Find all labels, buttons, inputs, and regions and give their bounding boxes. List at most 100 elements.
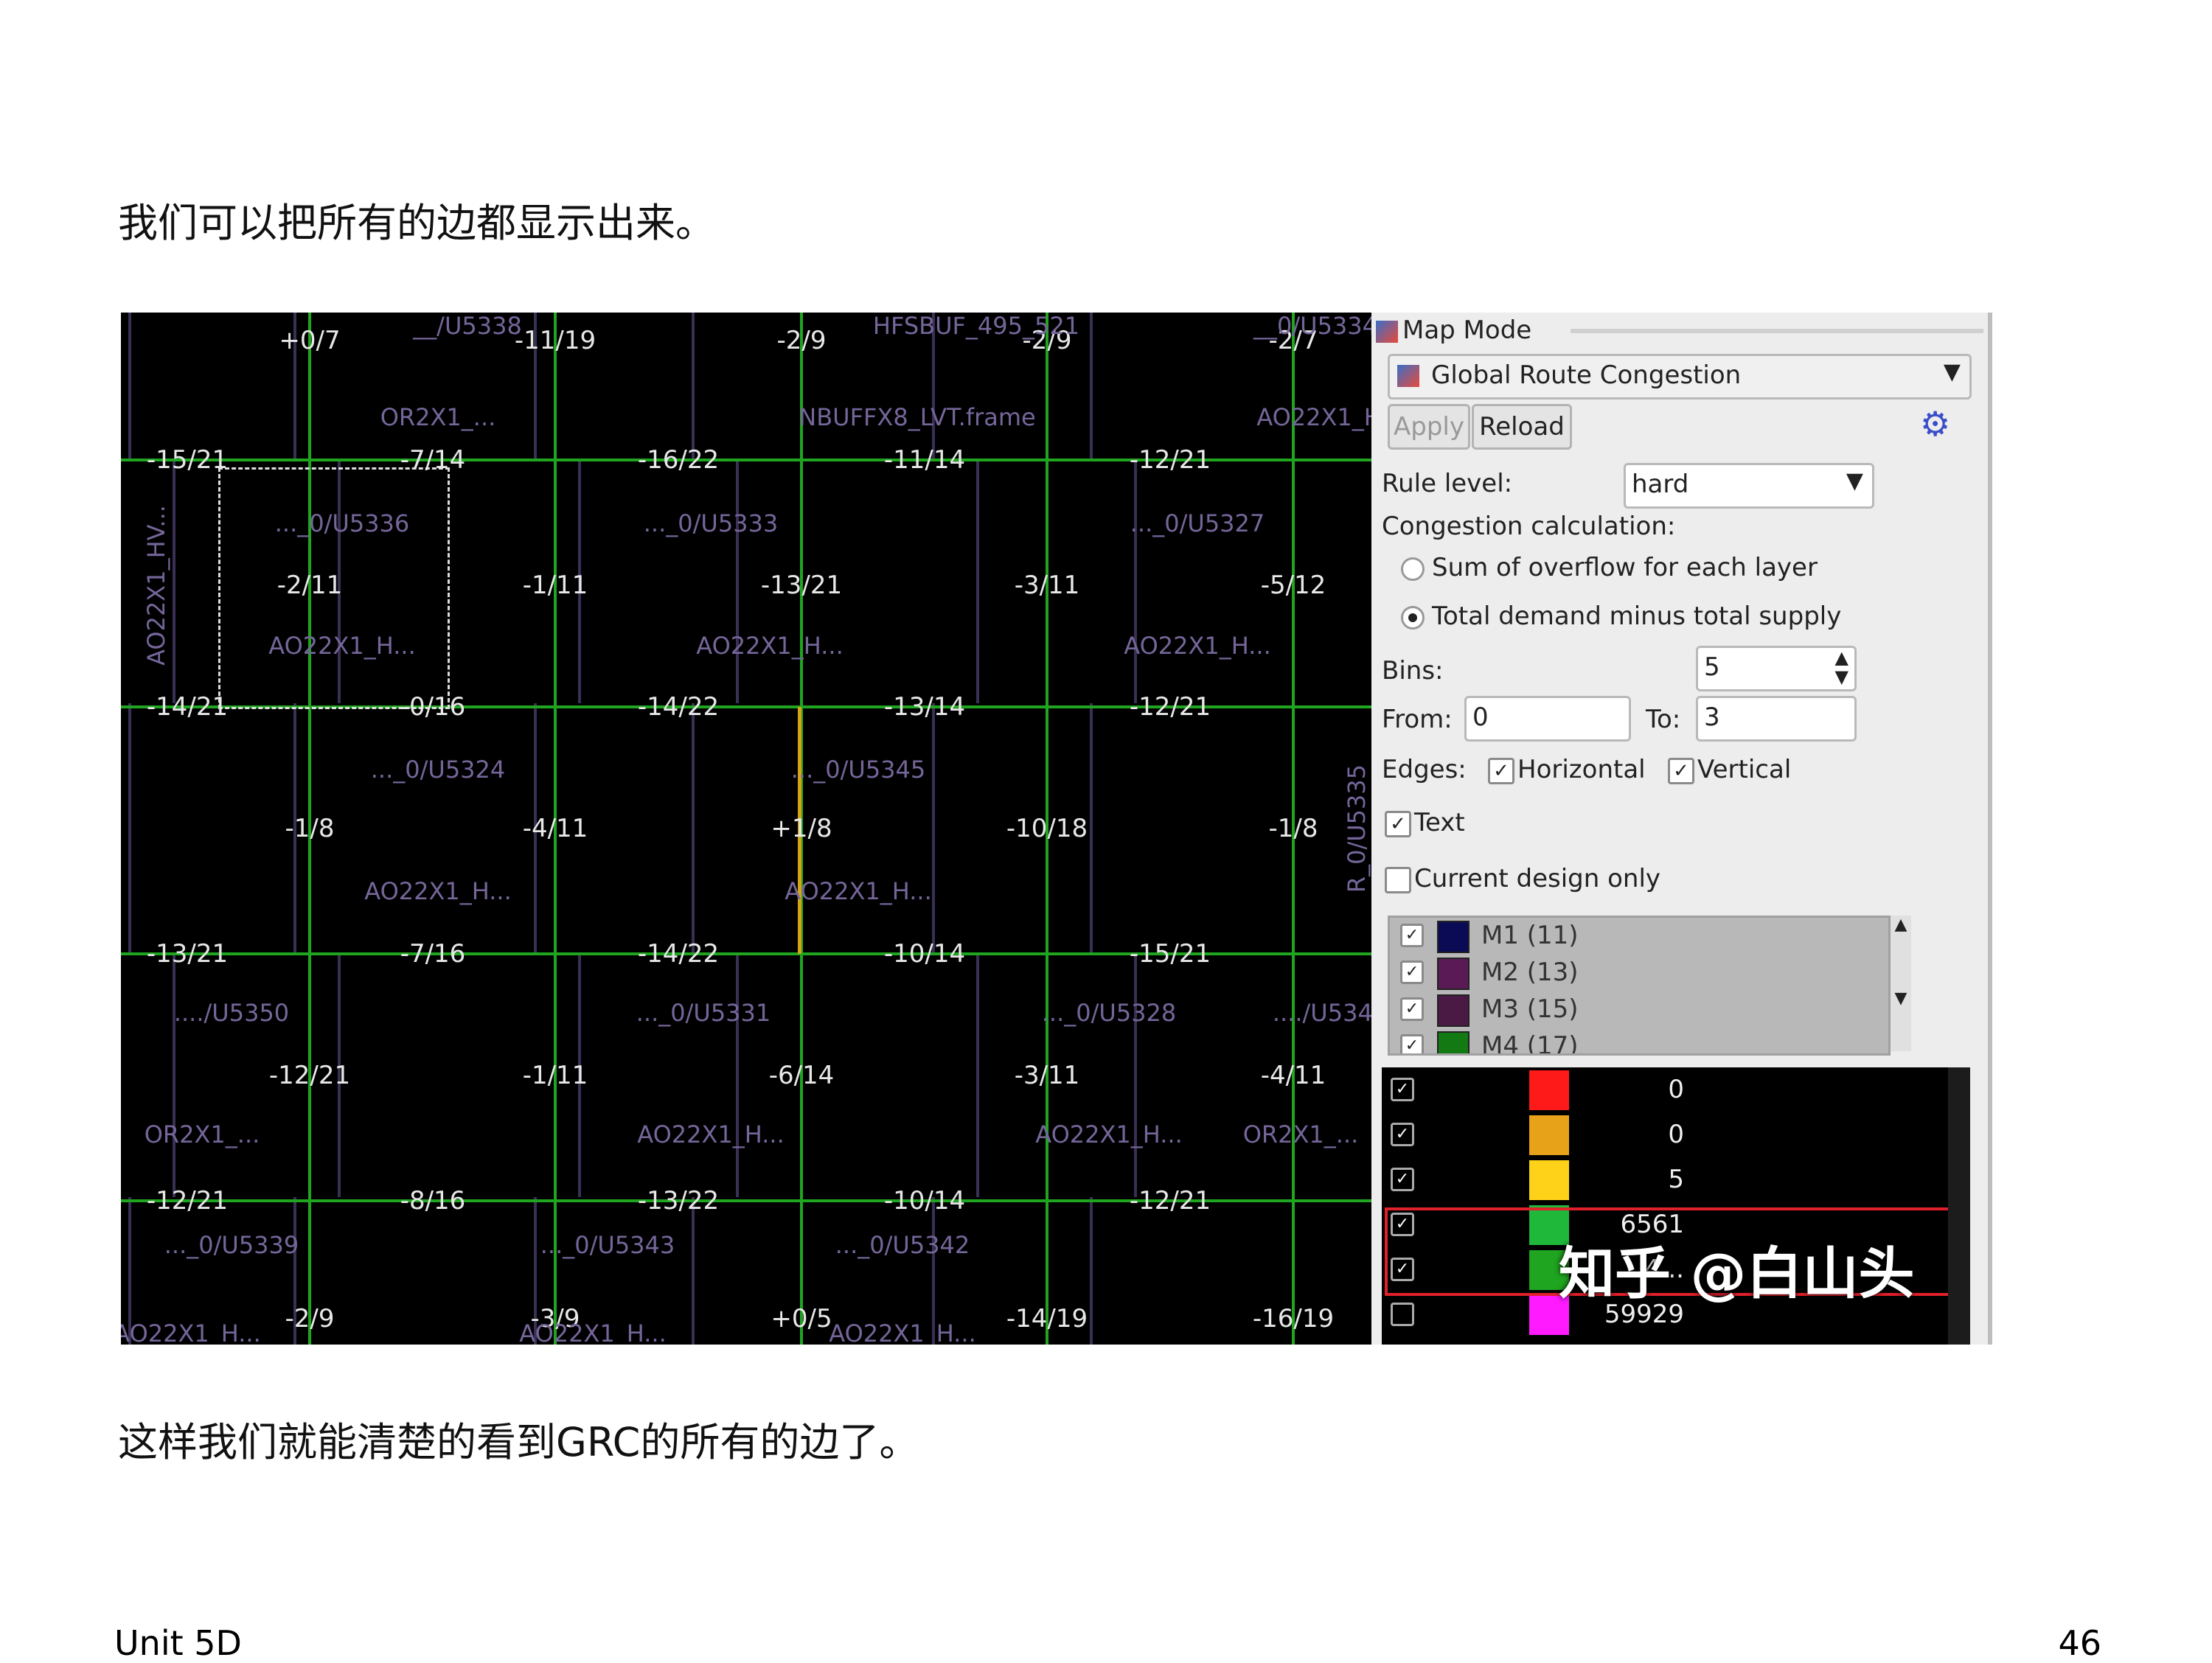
cell-instance-name: ..._0/U5336 [274,509,410,537]
layer-checkbox[interactable]: ✓ [1400,997,1424,1021]
congestion-label: -11/19 [514,326,597,355]
cell-instance-name: OR2X1_... [144,1120,260,1148]
layer-checkbox[interactable]: ✓ [1400,1034,1424,1053]
layer-row[interactable]: ✓ M4 (17) [1390,1028,1888,1053]
cell-instance-name: ..._0/U5345 [790,756,926,784]
current-design-label: Current design only [1414,864,1661,893]
radio-sum-overflow[interactable] [1401,557,1425,581]
layer-checkbox[interactable]: ✓ [1400,961,1424,984]
congestion-label: -16/19 [1252,1304,1335,1333]
to-value: 3 [1704,702,1720,732]
congestion-label: -10/14 [883,1186,966,1216]
footer-unit: Unit 5D [114,1623,242,1663]
spin-arrows-icon[interactable]: ▲ ▼ [1835,648,1848,686]
congestion-label: -5/12 [1260,571,1326,600]
congestion-label: +0/7 [279,326,341,355]
text-label: Text [1414,808,1465,837]
gear-icon[interactable]: ⚙ [1920,404,1950,444]
congestion-label: -6/14 [768,1061,835,1090]
layer-name: M1 (11) [1481,921,1579,950]
cell-boundary [128,313,296,460]
bins-spinbox[interactable]: 5 ▲ ▼ [1696,646,1857,691]
bin-checkbox[interactable] [1391,1303,1414,1326]
bin-color-swatch [1529,1115,1569,1155]
congestion-label: -4/11 [1260,1061,1326,1090]
cell-instance-name: AO22X1_H... [696,632,844,660]
horizontal-label: Horizontal [1517,755,1646,784]
layer-row[interactable]: ✓ M2 (13) [1390,955,1888,991]
bin-color-swatch [1529,1160,1569,1200]
cell-instance-name: HFSBUF_495_521 [872,313,1080,340]
layout-congestion-view[interactable]: +0/7 -11/19 -2/9 -2/9 -2/7 -15/21 -7/14 -16/22-… [121,313,1371,1345]
reload-button[interactable]: Reload [1472,404,1572,450]
congestion-label: +1/8 [771,814,832,843]
radio-sum-label: Sum of overflow for each layer [1432,553,1818,582]
congestion-label: -7/14 [400,445,466,475]
footer-page-number: 46 [2058,1623,2101,1663]
bin-legend-scrollbar[interactable] [1948,1067,1970,1345]
layer-list[interactable]: ✓ M1 (11) ✓ M2 (13) ✓ M3 (15) ✓ M4 (17) [1388,916,1891,1056]
text-checkbox[interactable]: ✓ [1385,811,1411,837]
bin-row[interactable]: ✓ 5 [1382,1157,1942,1202]
vertical-checkbox[interactable]: ✓ [1668,758,1694,784]
cell-instance-name: ..../U5344 [1272,999,1371,1027]
paragraph-conclusion: 这样我们就能清楚的看到GRC的所有的边了。 [118,1419,919,1465]
bin-checkbox[interactable]: ✓ [1391,1168,1414,1191]
layer-swatch [1437,1031,1470,1053]
bin-color-swatch [1529,1070,1569,1110]
to-label: To: [1646,705,1681,734]
from-input[interactable]: 0 [1464,696,1631,742]
congestion-label: -12/21 [146,1186,229,1216]
congestion-label: -1/8 [1268,814,1318,843]
cell-instance-name: AO22X1_H... [637,1120,785,1148]
cell-instance-name: ..._0/U5343 [540,1231,675,1259]
map-mode-select[interactable]: Global Route Congestion ▼ [1388,354,1972,400]
layer-swatch [1437,958,1470,990]
cell-instance-name: AO22X1_H... [1124,632,1271,660]
congestion-label: -10/18 [1006,814,1088,843]
layer-swatch [1437,994,1470,1027]
congestion-label: -13/22 [637,1186,720,1216]
layer-row[interactable]: ✓ M3 (15) [1390,991,1888,1028]
radio-total-label: Total demand minus total supply [1432,602,1842,631]
cell-instance-name: ..../U5350 [173,999,290,1027]
cell-instance-name: AO22X1_H... [1035,1120,1183,1148]
bin-checkbox[interactable]: ✓ [1391,1123,1414,1146]
bin-row[interactable]: ✓ 0 [1382,1112,1942,1157]
layer-checkbox[interactable]: ✓ [1400,924,1424,947]
vertical-label: Vertical [1697,755,1792,784]
apply-button[interactable]: Apply [1388,404,1470,450]
congestion-label: -12/21 [268,1061,351,1090]
cell-instance-name: ..._0/U5342 [835,1231,970,1259]
edges-label: Edges: [1382,755,1467,784]
cell-instance-name: ..._0/U5324 [370,756,506,784]
current-design-checkbox[interactable] [1385,867,1411,893]
layer-row[interactable]: ✓ M1 (11) [1390,918,1888,955]
rule-level-label: Rule level: [1382,469,1513,498]
radio-total-demand[interactable] [1401,606,1425,630]
layer-name: M3 (15) [1481,994,1579,1024]
chevron-down-icon: ▼ [1846,468,1863,494]
congestion-label: -1/11 [522,1061,588,1090]
congestion-label: -11/14 [883,445,966,475]
congestion-label: -1/8 [285,814,335,843]
cell-instance-name: NBUFFX8_LVT.frame [799,403,1036,431]
bin-count: 0 [1668,1120,1684,1149]
layer-list-scrollbar[interactable]: ▲ ▼ [1891,916,1911,1051]
cell-instance-name: __/U5338 [413,313,522,340]
bin-legend[interactable]: ✓ 0 ✓ 0 ✓ 5 ✓ 6561 ✓ 4... 59929 知乎 @白山头 [1382,1067,1970,1345]
congestion-label: -15/21 [1129,939,1211,969]
bin-count: 5 [1668,1165,1684,1194]
cell-instance-name: AO22X1_H... [519,1319,667,1345]
bin-row[interactable]: ✓ 0 [1382,1067,1942,1112]
bin-checkbox[interactable]: ✓ [1391,1078,1414,1101]
congestion-label: -16/22 [637,445,720,475]
layer-name: M2 (13) [1481,958,1579,987]
congestion-label: -10/14 [883,939,966,969]
to-input[interactable]: 3 [1696,696,1857,742]
rule-level-select[interactable]: hard ▼ [1624,463,1874,509]
horizontal-checkbox[interactable]: ✓ [1488,758,1514,784]
congestion-label: -12/21 [1129,1186,1211,1216]
congestion-label: -13/14 [883,692,966,722]
map-icon [1376,320,1398,343]
